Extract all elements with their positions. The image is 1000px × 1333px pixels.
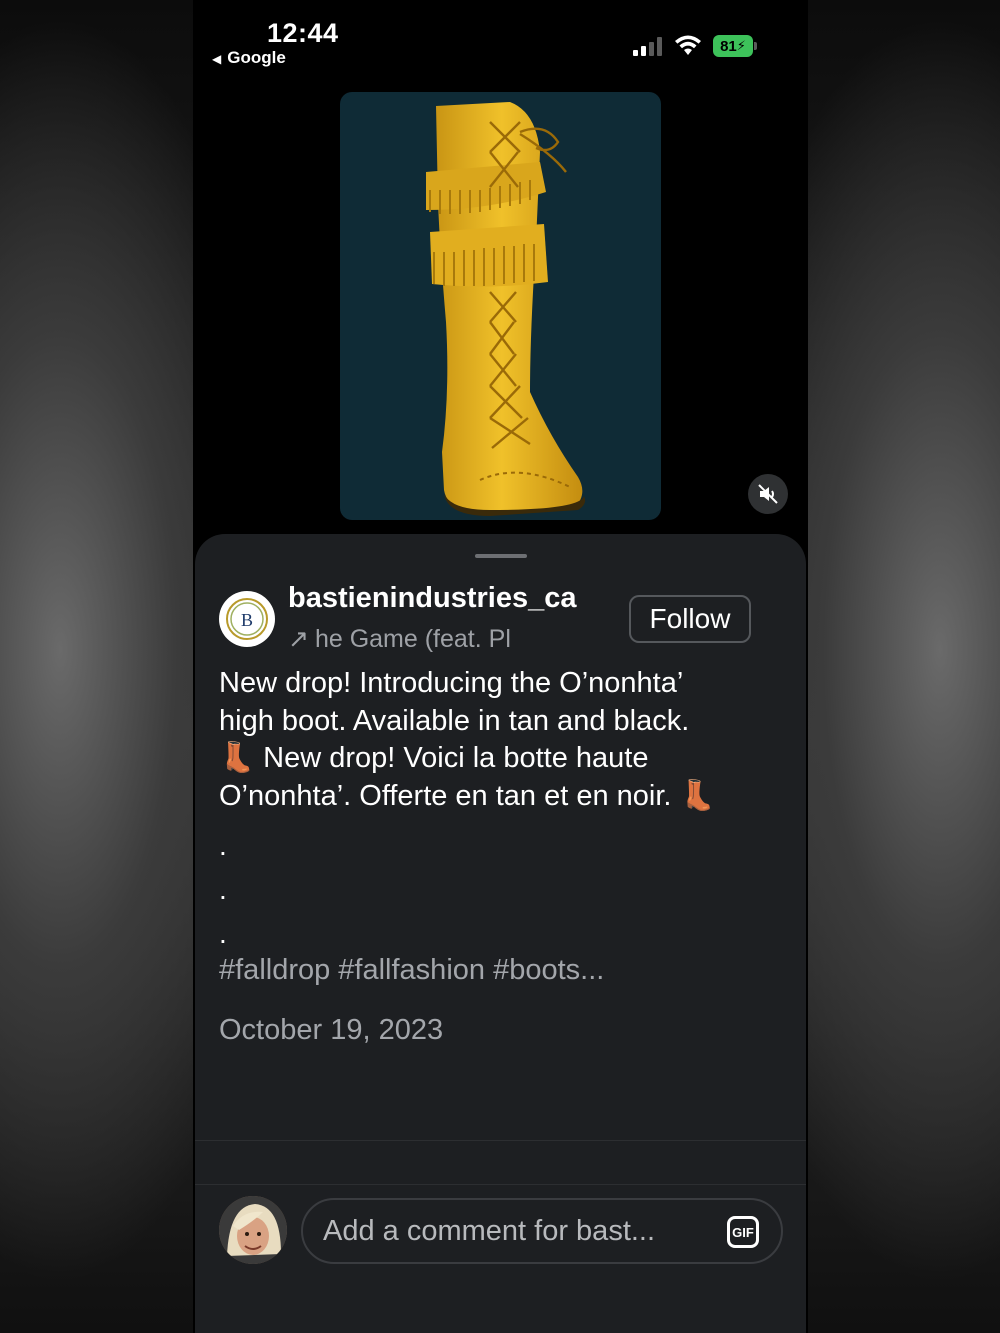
battery-level: 81 [720, 37, 737, 55]
caption-dots: . . . [219, 824, 227, 956]
user-photo [219, 1196, 287, 1264]
back-app-label: Google [227, 48, 286, 67]
caption-dot: . [219, 874, 227, 905]
hashtags-more-link[interactable]: #falldrop #fallfashion #boots... [219, 954, 604, 987]
comment-input[interactable] [301, 1198, 783, 1264]
cellular-signal-icon [633, 36, 665, 56]
speaker-muted-icon [758, 484, 778, 504]
battery-cap [754, 42, 757, 50]
follow-button[interactable]: Follow [629, 595, 751, 643]
caption-line: O’nonhta’. Offerte en tan et en noir. 👢 [219, 779, 716, 812]
phone-screen: 12:44 ◀ Google 81 ⚡ B bastienindustries_… [193, 0, 808, 1333]
section-divider [195, 1140, 806, 1141]
brand-avatar[interactable]: B [219, 591, 275, 647]
brand-logo-icon: B [226, 598, 268, 640]
status-time: 12:44 [267, 18, 339, 48]
post-date: October 19, 2023 [219, 1014, 444, 1046]
charging-bolt-icon: ⚡ [736, 38, 746, 53]
back-triangle-icon: ◀ [212, 52, 222, 66]
wifi-icon [675, 35, 701, 55]
caption-dot: . [219, 918, 227, 949]
sheet-drag-handle[interactable] [475, 554, 527, 558]
caption-line: New drop! Introducing the O’nonhta’ [219, 667, 684, 699]
battery-indicator: 81 ⚡ [713, 35, 753, 57]
current-user-avatar[interactable] [219, 1196, 287, 1264]
caption-dot: . [219, 830, 227, 861]
mute-toggle-button[interactable] [748, 474, 788, 514]
yellow-fringe-boot-image [426, 102, 586, 516]
gif-icon[interactable]: GIF [727, 1216, 759, 1248]
audio-track-label: he Game (feat. Pl [314, 625, 511, 653]
audio-track-link[interactable]: ↗ he Game (feat. Pl [288, 624, 543, 654]
back-to-app-link[interactable]: ◀ Google [212, 48, 286, 68]
post-video[interactable] [340, 92, 661, 520]
caption-line: 👢 New drop! Voici la botte haute [219, 742, 649, 774]
arrow-up-right-icon: ↗ [288, 625, 309, 653]
post-caption: New drop! Introducing the O’nonhta’ high… [219, 665, 779, 815]
post-details-sheet: B bastienindustries_ca ↗ he Game (feat. P… [195, 534, 806, 1333]
post-username[interactable]: bastienindustries_ca [288, 582, 577, 615]
caption-line: high boot. Available in tan and black. [219, 704, 690, 737]
svg-text:B: B [241, 610, 253, 630]
